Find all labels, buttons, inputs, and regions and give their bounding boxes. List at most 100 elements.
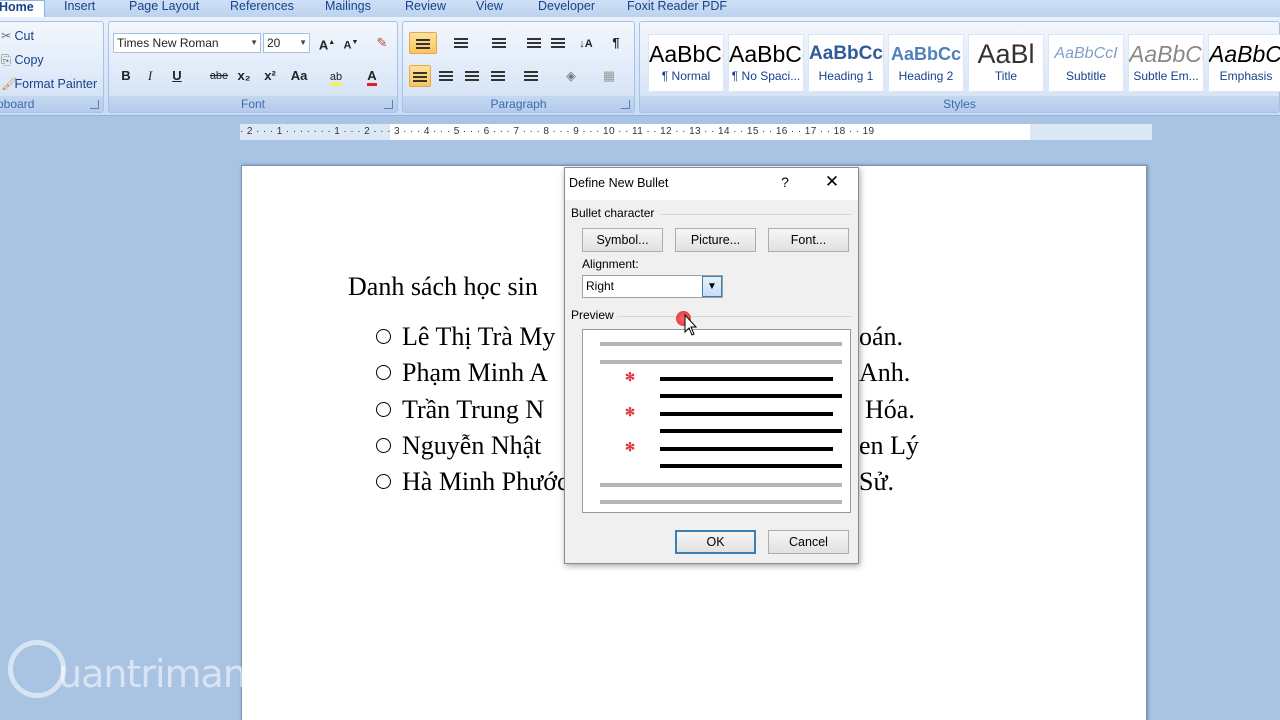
symbol-button[interactable]: Symbol... [582, 228, 663, 252]
format-painter-button[interactable]: 🖌 Format Painter [1, 75, 97, 93]
cancel-button[interactable]: Cancel [768, 530, 849, 554]
ruler-numbers: · 2 · · · 1 · · · · · · · 1 · · · 2 · · … [240, 126, 875, 137]
strikethrough-button[interactable]: abe [206, 65, 232, 87]
font-dialog-launcher[interactable] [384, 100, 393, 109]
horizontal-ruler[interactable]: · 2 · · · 1 · · · · · · · 1 · · · 2 · · … [240, 124, 1152, 140]
style-sample: AaBbCcDc [649, 41, 723, 67]
chevron-down-icon: ▼ [250, 38, 258, 47]
clipboard-group: ✂ Cut ⎘ Copy 🖌 Format Painter oboard [0, 21, 104, 113]
bullets-button[interactable] [409, 32, 437, 54]
line-spacing-button[interactable] [515, 65, 547, 87]
tab-references[interactable]: References [230, 0, 294, 17]
style-heading-1[interactable]: AaBbCc Heading 1 [808, 34, 884, 92]
change-case-button[interactable]: Aa [285, 65, 313, 87]
preview-line [600, 483, 842, 487]
show-formatting-button[interactable]: ¶ [605, 32, 627, 54]
tab-mailings[interactable]: Mailings [325, 0, 371, 17]
clear-formatting-button[interactable]: ✎ [371, 32, 393, 54]
section-divider [617, 316, 851, 317]
numbering-icon [454, 37, 468, 50]
align-left-button[interactable] [409, 65, 431, 87]
preview-line [660, 447, 833, 451]
define-new-bullet-dialog: Define New Bullet ? ✕ Bullet character S… [564, 167, 859, 564]
circle-bullet-icon [376, 474, 391, 489]
style-no-spacing[interactable]: AaBbCcDc ¶ No Spaci... [728, 34, 804, 92]
font-group-label: Font [109, 96, 397, 112]
cut-button[interactable]: ✂ Cut [1, 27, 34, 45]
preview-line [600, 342, 842, 346]
increase-indent-button[interactable] [547, 32, 569, 54]
preview-line [660, 429, 842, 433]
preview-line [660, 464, 842, 468]
align-right-button[interactable] [461, 65, 483, 87]
paragraph-dialog-launcher[interactable] [621, 100, 630, 109]
decrease-indent-button[interactable] [523, 32, 545, 54]
chevron-down-icon: ▼ [299, 38, 307, 47]
preview-line [660, 377, 833, 381]
superscript-button[interactable]: x² [259, 65, 281, 87]
style-normal[interactable]: AaBbCcDc ¶ Normal [648, 34, 724, 92]
close-button[interactable]: ✕ [823, 172, 841, 192]
alignment-value: Right [586, 279, 615, 293]
italic-button[interactable]: I [139, 65, 161, 87]
tab-page-layout[interactable]: Page Layout [129, 0, 199, 17]
scissors-icon: ✂ [1, 29, 12, 43]
style-name: Subtitle [1065, 69, 1107, 83]
preview-bullet-icon: ✻ [625, 405, 636, 419]
alignment-select[interactable]: Right ▼ [582, 275, 723, 298]
sort-icon: ↓A [579, 38, 593, 50]
style-subtle-emphasis[interactable]: AaBbCcDc Subtle Em... [1128, 34, 1204, 92]
shrink-font-button[interactable]: A▼ [340, 32, 362, 54]
align-center-button[interactable] [435, 65, 457, 87]
tab-insert[interactable]: Insert [64, 0, 95, 17]
tab-developer[interactable]: Developer [538, 0, 595, 17]
picture-button[interactable]: Picture... [675, 228, 756, 252]
copy-button[interactable]: ⎘ Copy [1, 51, 44, 69]
subscript-button[interactable]: x₂ [233, 65, 255, 87]
sort-button[interactable]: ↓A [575, 32, 597, 54]
grow-font-button[interactable]: A▲ [316, 32, 338, 54]
justify-button[interactable] [487, 65, 509, 87]
list-item-tail: Anh. [859, 358, 911, 387]
numbering-button[interactable] [447, 32, 475, 54]
list-item-text: Nguyễn Nhật [402, 431, 542, 460]
font-size-value: 20 [267, 36, 281, 50]
tab-foxit-reader-pdf[interactable]: Foxit Reader PDF [627, 0, 727, 17]
list-item-tail: Hóa. [865, 395, 915, 424]
font-button[interactable]: Font... [768, 228, 849, 252]
style-name: Emphasis [1219, 69, 1273, 83]
cut-label: Cut [14, 29, 34, 43]
increase-indent-icon [551, 37, 565, 50]
document-heading: Danh sách học sin [348, 272, 538, 301]
tab-review[interactable]: Review [405, 0, 446, 17]
section-divider [661, 214, 851, 215]
tab-home[interactable]: Home [0, 0, 45, 17]
text-highlight-button[interactable]: ab [321, 65, 351, 87]
font-family-combo[interactable]: Times New Roman ▼ [113, 33, 261, 53]
chevron-down-icon[interactable]: ▼ [702, 276, 722, 297]
style-emphasis[interactable]: AaBbCcDc Emphasis [1208, 34, 1280, 92]
borders-button[interactable]: ▦ [593, 65, 625, 87]
circle-bullet-icon [376, 329, 391, 344]
multilevel-list-button[interactable] [485, 32, 513, 54]
bold-button[interactable]: B [115, 65, 137, 87]
font-color-button[interactable]: A [359, 65, 385, 87]
paint-bucket-icon: ◈ [566, 68, 576, 83]
watermark-text: uantrimang [58, 652, 270, 696]
font-size-combo[interactable]: 20 ▼ [263, 33, 310, 53]
style-sample: AaBbCcDc [729, 41, 803, 67]
help-button[interactable]: ? [778, 174, 792, 190]
style-sample: AaBl [977, 39, 1035, 69]
style-title[interactable]: AaBl Title [968, 34, 1044, 92]
list-item-tail: oán. [859, 322, 904, 351]
tab-view[interactable]: View [476, 0, 503, 17]
eraser-icon: ✎ [376, 35, 388, 50]
dialog-titlebar[interactable]: Define New Bullet ? ✕ [565, 168, 858, 200]
clipboard-dialog-launcher[interactable] [90, 100, 99, 109]
shading-button[interactable]: ◈ [555, 65, 587, 87]
ok-button[interactable]: OK [675, 530, 756, 554]
style-subtitle[interactable]: AaBbCcI Subtitle [1048, 34, 1124, 92]
circle-bullet-icon [376, 438, 391, 453]
style-heading-2[interactable]: AaBbCc Heading 2 [888, 34, 964, 92]
underline-button[interactable]: U [166, 65, 188, 87]
